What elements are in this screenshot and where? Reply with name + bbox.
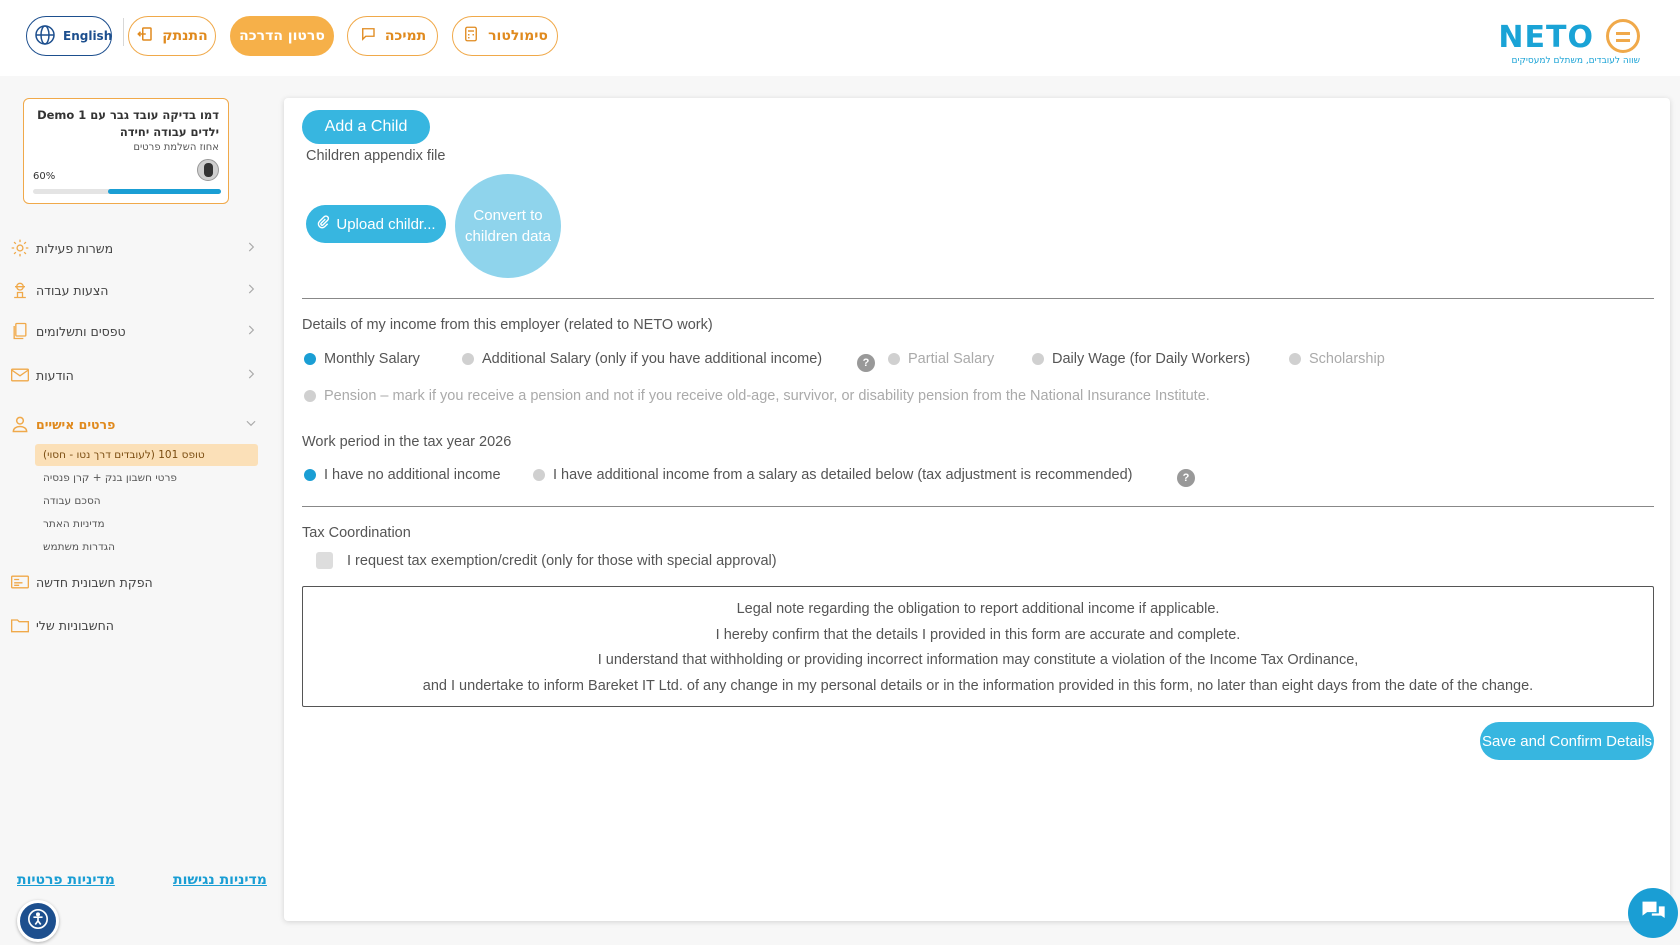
sidebar-item-label: פרטים אישיים — [36, 416, 116, 432]
radio-no-additional-income[interactable]: I have no additional income — [304, 467, 501, 483]
radio-additional-salary[interactable]: Additional Salary (only if you have addi… — [462, 351, 822, 367]
radio-pension[interactable]: Pension – mark if you receive a pension … — [304, 388, 1210, 404]
logo-mark-icon — [1606, 19, 1640, 53]
header: English התנתק סרטון הדרכה תמיכה סימולטור… — [0, 0, 1680, 76]
upload-children-label: Upload childr... — [336, 215, 436, 233]
legal-line: I hereby confirm that the details I prov… — [715, 626, 1241, 643]
sidebar-item-new-invoice[interactable]: הפקת חשבונית חדשה — [8, 567, 266, 597]
legal-line: I understand that withholding or providi… — [597, 652, 1359, 668]
accessibility-icon — [27, 908, 49, 934]
section-divider — [302, 506, 1654, 507]
chevron-right-icon — [248, 284, 255, 294]
sidebar-item-job-offers[interactable]: הצעות עבודה — [8, 275, 266, 305]
chevron-down-icon — [246, 420, 256, 427]
header-divider — [123, 18, 124, 46]
chevron-right-icon — [248, 369, 255, 379]
radio-monthly-salary[interactable]: Monthly Salary — [304, 351, 420, 367]
radio-has-additional-income[interactable]: I have additional income from a salary a… — [533, 467, 1132, 483]
paperclip-icon — [316, 215, 330, 233]
sidebar-item-label: הצעות עבודה — [36, 282, 109, 298]
profile-progress-fill — [108, 189, 221, 194]
sidebar-item-personal-details[interactable]: פרטים אישיים — [8, 409, 266, 439]
sidebar-item-label: טפסים ותשלומים — [36, 323, 126, 339]
profile-name: דמו בדיקה עובד גבר עם Demo 1 ילדים עבודה… — [37, 108, 219, 139]
calculator-icon — [462, 25, 480, 47]
user-icon — [8, 412, 32, 436]
logout-icon — [136, 25, 154, 47]
tutorial-label: סרטון הדרכה — [239, 28, 325, 44]
work-period-title: Work period in the tax year 2026 — [302, 434, 512, 450]
sidebar-item-label: הודעות — [36, 367, 74, 383]
profile-card[interactable]: דמו בדיקה עובד גבר עם Demo 1 ילדים עבודה… — [23, 98, 229, 204]
worker-icon — [8, 278, 32, 302]
chat-bubble-icon — [359, 25, 377, 47]
save-confirm-button[interactable]: Save and Confirm Details — [1480, 722, 1654, 760]
logout-button[interactable]: התנתק — [128, 16, 216, 56]
simulator-label: סימולטור — [488, 28, 548, 44]
legal-line: and I undertake to inform Bareket IT Ltd… — [422, 677, 1534, 694]
neto-logo[interactable]: NETO שווה לעובדים, משתלם למעסיקים — [1498, 16, 1640, 68]
language-button[interactable]: English — [26, 16, 112, 56]
help-icon[interactable]: ? — [1177, 469, 1195, 487]
accessibility-policy-link[interactable]: מדיניות נגישות — [173, 872, 267, 888]
profile-subtitle: אחוז השלמת פרטים — [133, 142, 219, 153]
upload-children-button[interactable]: Upload childr... — [306, 205, 446, 243]
logo-tagline: שווה לעובדים, משתלם למעסיקים — [1511, 56, 1640, 66]
sidebar-subitem-work-agreement[interactable]: הסכם עבודה — [35, 490, 258, 512]
sidebar-item-active-jobs[interactable]: משרות פעילות — [8, 233, 266, 263]
logout-label: התנתק — [162, 28, 208, 44]
language-label: English — [63, 29, 113, 43]
add-child-button[interactable]: Add a Child — [302, 110, 430, 144]
avatar — [197, 159, 219, 181]
sidebar-item-label: הפקת חשבונית חדשה — [36, 574, 153, 590]
sidebar-item-messages[interactable]: הודעות — [8, 360, 266, 390]
radio-partial-salary[interactable]: Partial Salary — [888, 351, 994, 367]
radio-scholarship[interactable]: Scholarship — [1289, 351, 1385, 367]
children-appendix-label: Children appendix file — [306, 148, 446, 164]
section-divider — [302, 298, 1654, 299]
chevron-right-icon — [248, 242, 255, 252]
sidebar-subitem-site-policy[interactable]: מדיניות האתר — [35, 513, 258, 535]
main-panel: Add a Child Children appendix file Uploa… — [284, 98, 1670, 921]
sidebar-item-forms-payments[interactable]: טפסים ותשלומים — [8, 316, 266, 346]
legal-line: Legal note regarding the obligation to r… — [736, 601, 1220, 617]
sidebar: דמו בדיקה עובד גבר עם Demo 1 ילדים עבודה… — [0, 76, 272, 945]
invoice-icon — [8, 570, 32, 594]
chevron-right-icon — [248, 325, 255, 335]
accessibility-button[interactable] — [17, 900, 59, 942]
gear-icon — [8, 236, 32, 260]
document-icon — [8, 319, 32, 343]
legal-note-box: Legal note regarding the obligation to r… — [302, 586, 1654, 707]
chat-button[interactable] — [1628, 888, 1678, 938]
tax-exemption-checkbox[interactable]: I request tax exemption/credit (only for… — [316, 552, 777, 569]
envelope-icon — [8, 363, 32, 387]
tax-coordination-title: Tax Coordination — [302, 525, 411, 541]
sidebar-subitem-form-101[interactable]: טופס 101 (לעובדים דרך נטו - חסוי) — [35, 444, 258, 466]
radio-daily-wage[interactable]: Daily Wage (for Daily Workers) — [1032, 351, 1250, 367]
simulator-button[interactable]: סימולטור — [452, 16, 558, 56]
profile-progress-bar — [33, 189, 221, 194]
convert-children-button[interactable]: Convert to children data — [455, 174, 561, 278]
globe-icon — [33, 23, 57, 50]
sidebar-subitem-bank-details[interactable]: פרטי חשבון בנק + קרן פנסיה — [35, 467, 258, 489]
profile-percent: 60% — [33, 171, 56, 182]
help-icon[interactable]: ? — [857, 354, 875, 372]
logo-text: NETO — [1498, 20, 1594, 55]
sidebar-item-label: החשבוניות שלי — [36, 617, 114, 633]
sidebar-subitem-user-settings[interactable]: הגדרות משתמש — [35, 536, 258, 558]
sidebar-item-my-invoices[interactable]: החשבוניות שלי — [8, 610, 266, 640]
tutorial-button[interactable]: סרטון הדרכה — [230, 16, 334, 56]
privacy-policy-link[interactable]: מדיניות פרטיות — [17, 872, 115, 888]
chat-bubbles-icon — [1639, 897, 1667, 929]
income-section-title: Details of my income from this employer … — [302, 317, 713, 333]
folder-icon — [8, 613, 32, 637]
support-label: תמיכה — [384, 28, 427, 44]
sidebar-item-label: משרות פעילות — [36, 240, 114, 256]
support-button[interactable]: תמיכה — [347, 16, 438, 56]
